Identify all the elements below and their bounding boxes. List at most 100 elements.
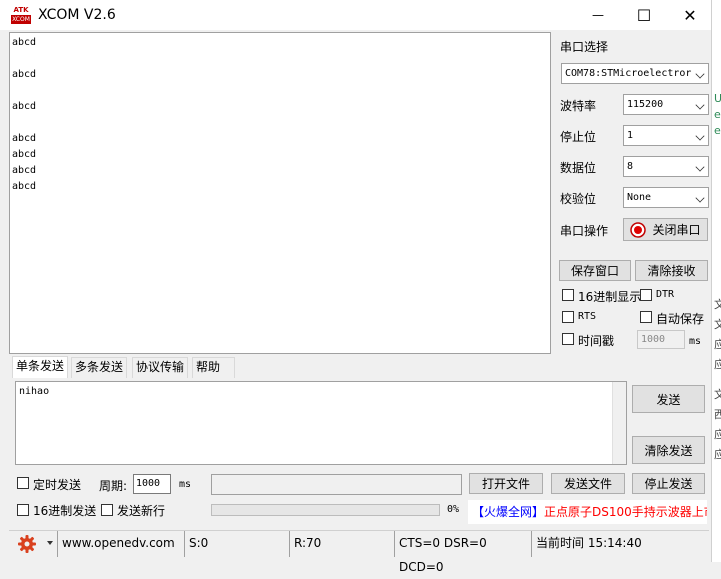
bg-text: 应 <box>714 338 721 351</box>
period-input[interactable]: 1000 <box>133 474 171 494</box>
port-op-label: 串口操作 <box>560 224 609 238</box>
tab-protocol[interactable]: 协议传输 <box>132 357 189 378</box>
timed-send-label: 定时发送 <box>33 478 82 492</box>
maximize-icon: ☐ <box>636 5 652 25</box>
signal-status: CTS=0 DSR=0 DCD=0 <box>394 531 531 574</box>
open-file-button[interactable]: 打开文件 <box>469 473 543 494</box>
parity-label: 校验位 <box>560 192 597 206</box>
period-label: 周期: <box>99 479 128 493</box>
bg-text: 应 <box>714 448 721 461</box>
receive-line: abcd <box>12 181 37 192</box>
rts-label: RTS <box>578 311 597 322</box>
close-port-button[interactable]: 关闭串口 <box>623 218 708 241</box>
dtr-checkbox[interactable] <box>640 289 652 301</box>
receive-line: abcd <box>12 37 37 48</box>
tab-single-send[interactable]: 单条发送 <box>12 356 69 378</box>
period-unit: ms <box>179 479 192 490</box>
website-link[interactable]: www.openedv.com <box>57 531 184 557</box>
ad-banner-link[interactable]: 【火爆全网】正点原子DS100手持示波器上市 <box>468 500 707 524</box>
baud-select[interactable]: 115200 <box>623 94 709 115</box>
data-bits-label: 数据位 <box>560 161 597 175</box>
clear-receive-button[interactable]: 清除接收 <box>635 260 708 281</box>
hex-send-label: 16进制发送 <box>33 504 97 518</box>
window-title: XCOM V2.6 <box>38 7 116 23</box>
close-button[interactable]: ✕ <box>667 0 713 30</box>
stop-send-button[interactable]: 停止发送 <box>632 473 705 494</box>
settings-gear-icon[interactable] <box>17 534 37 554</box>
dropdown-arrow-icon[interactable] <box>47 541 53 545</box>
clear-receive-label: 清除接收 <box>647 264 696 278</box>
current-time: 当前时间 15:14:40 <box>531 531 681 557</box>
tab-help[interactable]: 帮助 <box>192 357 235 378</box>
stop-bits-label: 停止位 <box>560 130 597 144</box>
bg-text: 文 <box>714 318 721 331</box>
timestamp-checkbox[interactable] <box>562 333 574 345</box>
port-select[interactable]: COM78:STMicroelectror <box>561 63 709 84</box>
data-bits-select[interactable]: 8 <box>623 156 709 177</box>
port-select-label: 串口选择 <box>560 40 609 54</box>
maximize-button[interactable]: ☐ <box>621 0 667 30</box>
gear-icon <box>18 535 36 553</box>
background-window-strip: U e e 文 文 应 应 文 西 应 应 <box>711 0 721 562</box>
receive-line: abcd <box>12 165 37 176</box>
stop-bits-value: 1 <box>627 130 634 141</box>
ad-message: 正点原子DS100手持示波器上市 <box>544 505 707 519</box>
tab-multi-send[interactable]: 多条发送 <box>71 357 128 378</box>
auto-save-label: 自动保存 <box>656 312 705 326</box>
chevron-down-icon <box>695 69 705 79</box>
record-icon <box>630 221 647 238</box>
send-file-button[interactable]: 发送文件 <box>551 473 625 494</box>
receive-line: abcd <box>12 69 37 80</box>
chevron-down-icon <box>695 131 705 141</box>
send-textarea[interactable]: nihao <box>15 381 627 465</box>
send-label: 发送 <box>656 392 681 407</box>
minimize-button[interactable]: — <box>575 0 621 30</box>
baud-value: 115200 <box>627 99 664 110</box>
close-icon: ✕ <box>683 5 697 25</box>
file-path-input[interactable] <box>211 474 462 495</box>
send-progress-bar <box>211 504 440 516</box>
save-window-button[interactable]: 保存窗口 <box>559 260 631 281</box>
stop-bits-select[interactable]: 1 <box>623 125 709 146</box>
save-window-label: 保存窗口 <box>570 264 619 278</box>
timestamp-unit: ms <box>689 336 702 347</box>
hex-display-label: 16进制显示 <box>578 290 642 304</box>
close-port-label: 关闭串口 <box>652 223 701 237</box>
chevron-down-icon <box>695 193 705 203</box>
receive-line: abcd <box>12 149 37 160</box>
receive-line: abcd <box>12 133 37 144</box>
timed-send-checkbox[interactable] <box>17 477 29 489</box>
received-count: R:70 <box>289 531 394 557</box>
bg-text: e <box>714 124 721 137</box>
app-logo-icon: ATK XCOM <box>11 6 31 24</box>
bg-text: 文 <box>714 388 721 401</box>
ad-tag: 【火爆全网】 <box>472 505 545 519</box>
auto-save-checkbox[interactable] <box>640 311 652 323</box>
clear-send-label: 清除发送 <box>644 443 693 458</box>
parity-select[interactable]: None <box>623 187 709 208</box>
stop-send-label: 停止发送 <box>644 477 693 491</box>
baud-label: 波特率 <box>560 99 597 113</box>
bg-text: 应 <box>714 358 721 371</box>
minimize-icon: — <box>592 8 604 22</box>
chevron-down-icon <box>695 100 705 110</box>
send-text: nihao <box>19 386 50 397</box>
open-file-label: 打开文件 <box>481 477 530 491</box>
dtr-label: DTR <box>656 289 675 300</box>
send-file-label: 发送文件 <box>563 477 612 491</box>
bg-text: e <box>714 108 721 121</box>
send-newline-checkbox[interactable] <box>101 504 113 516</box>
timestamp-input[interactable]: 1000 <box>637 330 685 349</box>
title-bar[interactable]: ATK XCOM XCOM V2.6 — ☐ ✕ <box>0 0 711 30</box>
bg-text: 文 <box>714 298 721 311</box>
send-button[interactable]: 发送 <box>632 385 705 413</box>
rts-checkbox[interactable] <box>562 311 574 323</box>
bg-text: 西 <box>714 408 721 421</box>
chevron-down-icon <box>695 162 705 172</box>
hex-send-checkbox[interactable] <box>17 504 29 516</box>
receive-textarea[interactable]: abcd abcd abcd abcd abcd abcd abcd <box>9 32 551 354</box>
bg-text: U <box>714 92 721 105</box>
hex-display-checkbox[interactable] <box>562 289 574 301</box>
send-scrollbar[interactable] <box>612 382 626 464</box>
clear-send-button[interactable]: 清除发送 <box>632 436 705 464</box>
